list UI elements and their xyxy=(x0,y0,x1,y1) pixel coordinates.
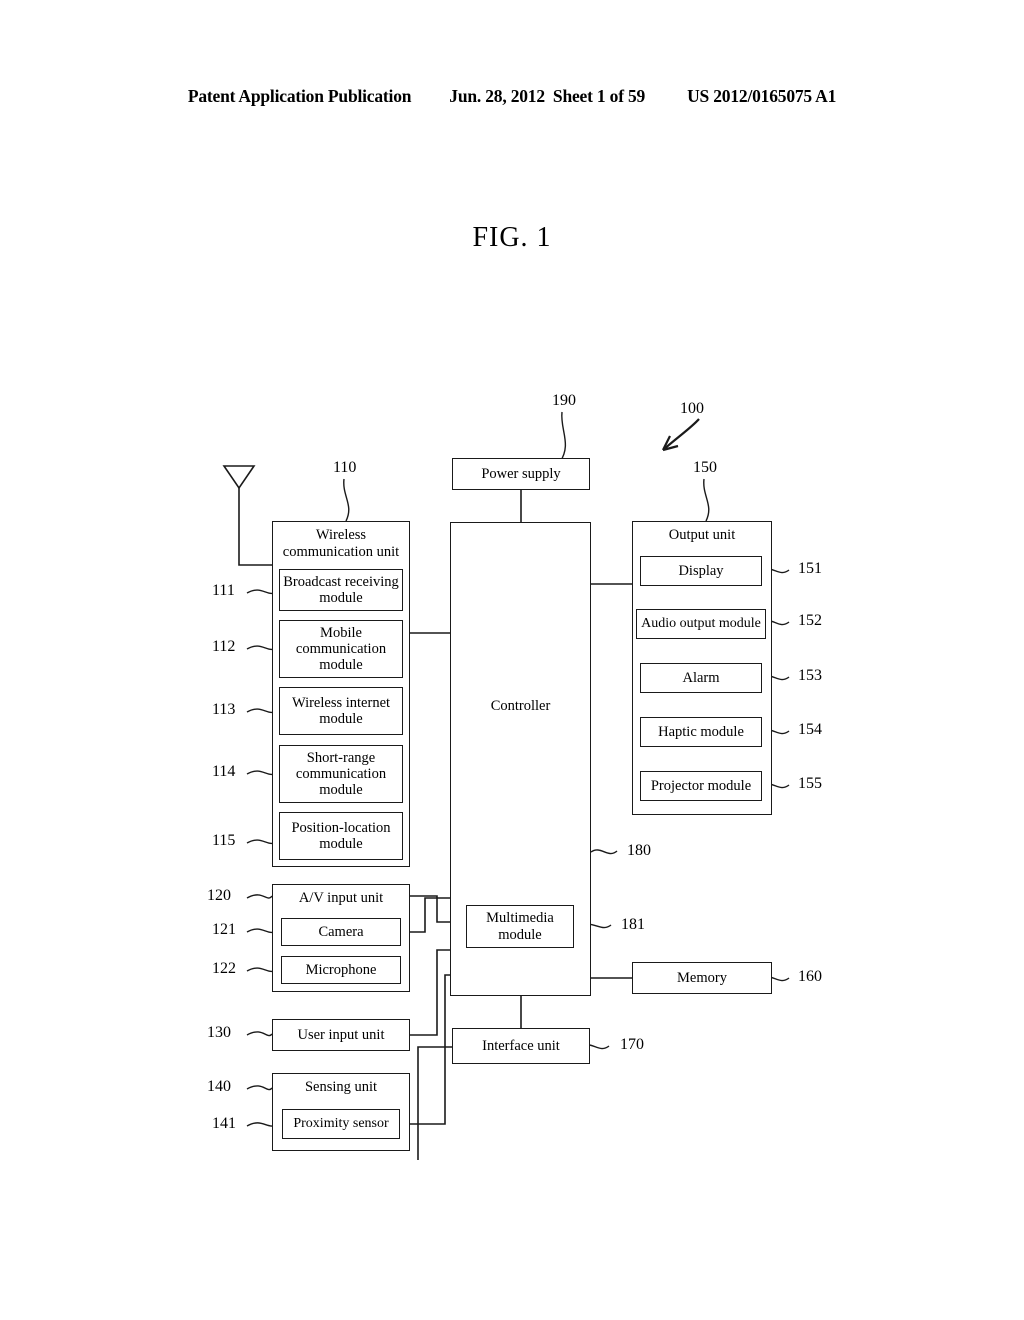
ref-155: 155 xyxy=(798,775,822,792)
position-location-module-label-line2: module xyxy=(319,836,363,852)
camera-block: Camera xyxy=(281,918,401,946)
multimedia-module-label-line1: Multimedia xyxy=(486,910,554,927)
ref-180: 180 xyxy=(627,842,651,859)
antenna-icon xyxy=(222,465,256,490)
ref-140: 140 xyxy=(207,1078,231,1095)
wireless-internet-module-label-line1: Wireless internet xyxy=(291,694,391,711)
ref-114: 114 xyxy=(212,763,236,780)
interface-unit-label: Interface unit xyxy=(482,1037,560,1054)
memory-block: Memory xyxy=(632,962,772,994)
wireless-communication-unit-label-line1: Wireless xyxy=(315,527,367,543)
mobile-communication-module-label-line1: Mobile xyxy=(320,624,362,641)
alarm-label: Alarm xyxy=(682,669,720,686)
ref-151: 151 xyxy=(798,560,822,577)
projector-module-block: Projector module xyxy=(640,771,762,801)
microphone-block: Microphone xyxy=(281,956,401,984)
wireless-internet-module-label-line2: module xyxy=(319,711,363,727)
proximity-sensor-block: Proximity sensor xyxy=(282,1109,400,1139)
position-location-module-block: Position-location module xyxy=(279,812,403,860)
ref-122: 122 xyxy=(212,960,236,977)
haptic-module-label: Haptic module xyxy=(658,723,744,740)
mobile-communication-module-block: Mobile communication module xyxy=(279,620,403,678)
broadcast-receiving-module-label-line1: Broadcast receiving xyxy=(283,573,399,590)
ref-170: 170 xyxy=(620,1036,644,1053)
ref-120: 120 xyxy=(207,887,231,904)
ref-111: 111 xyxy=(212,582,235,599)
ref-130: 130 xyxy=(207,1024,231,1041)
ref-153: 153 xyxy=(798,667,822,684)
power-supply-block: Power supply xyxy=(452,458,590,490)
projector-module-label: Projector module xyxy=(650,777,752,794)
ref-181: 181 xyxy=(621,916,645,933)
mobile-communication-module-label-line2: communication xyxy=(295,640,387,657)
ref-152: 152 xyxy=(798,612,822,629)
block-diagram: Power supply 190 100 Controller 180 Mult… xyxy=(0,0,1024,1320)
ref-100-device: 100 xyxy=(680,400,704,417)
audio-output-module-block: Audio output module xyxy=(636,609,766,639)
ref-150: 150 xyxy=(693,459,717,476)
ref-110: 110 xyxy=(333,459,357,476)
position-location-module-label-line1: Position-location xyxy=(291,819,391,836)
proximity-sensor-label: Proximity sensor xyxy=(293,1116,389,1132)
broadcast-receiving-module-label-line2: module xyxy=(319,590,363,606)
alarm-block: Alarm xyxy=(640,663,762,693)
ref-160: 160 xyxy=(798,968,822,985)
short-range-communication-module-block: Short-range communication module xyxy=(279,745,403,803)
wireless-internet-module-block: Wireless internet module xyxy=(279,687,403,735)
display-label: Display xyxy=(678,562,724,579)
av-input-unit-label: A/V input unit xyxy=(298,890,384,906)
controller-label: Controller xyxy=(490,698,551,714)
mobile-communication-module-label-line3: module xyxy=(319,657,363,674)
ref-112: 112 xyxy=(212,638,236,655)
output-unit-label: Output unit xyxy=(668,527,736,543)
ref-115: 115 xyxy=(212,832,236,849)
wireless-communication-unit-label-line2: communication unit xyxy=(282,544,400,560)
ref-190: 190 xyxy=(552,392,576,409)
user-input-unit-label: User input unit xyxy=(297,1026,385,1043)
ref-121: 121 xyxy=(212,921,236,938)
memory-label: Memory xyxy=(677,969,727,986)
ref-154: 154 xyxy=(798,721,822,738)
short-range-communication-module-label-line3: module xyxy=(319,782,363,799)
camera-label: Camera xyxy=(318,923,364,940)
power-supply-label: Power supply xyxy=(481,465,561,482)
multimedia-module-label-line2: module xyxy=(498,926,542,943)
ref-113: 113 xyxy=(212,701,236,718)
haptic-module-block: Haptic module xyxy=(640,717,762,747)
sensing-unit-label: Sensing unit xyxy=(304,1079,378,1095)
microphone-label: Microphone xyxy=(305,961,377,978)
user-input-unit-block: User input unit xyxy=(272,1019,410,1051)
short-range-communication-module-label-line1: Short-range xyxy=(306,749,376,766)
ref-141: 141 xyxy=(212,1115,236,1132)
multimedia-module-block: Multimedia module xyxy=(466,905,574,948)
audio-output-module-label: Audio output module xyxy=(641,616,761,632)
broadcast-receiving-module-block: Broadcast receiving module xyxy=(279,569,403,611)
short-range-communication-module-label-line2: communication xyxy=(295,765,387,782)
interface-unit-block: Interface unit xyxy=(452,1028,590,1064)
display-block: Display xyxy=(640,556,762,586)
